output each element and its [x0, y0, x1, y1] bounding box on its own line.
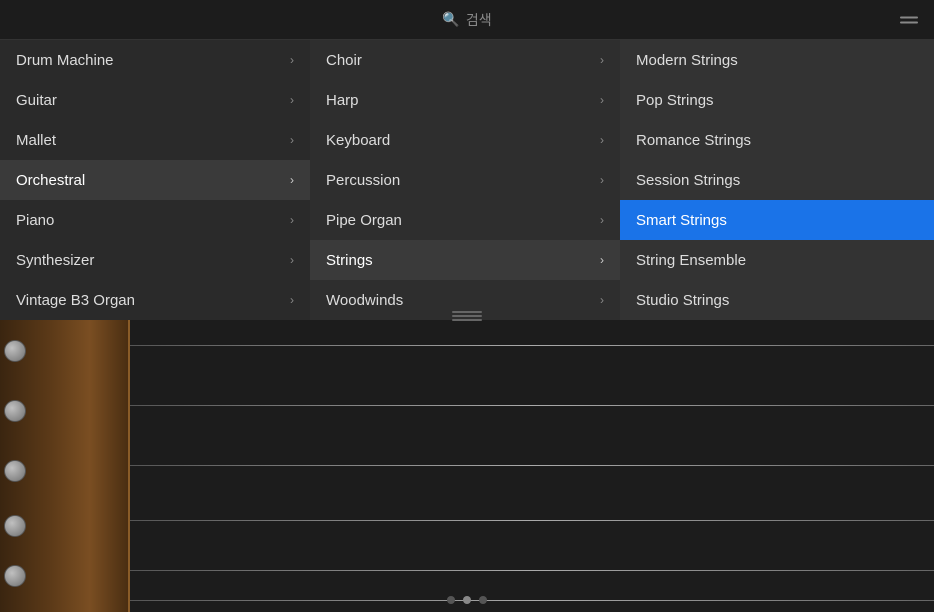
- page-dot[interactable]: [463, 596, 471, 604]
- category-item[interactable]: Mallet ›: [0, 120, 310, 160]
- chevron-icon: ›: [600, 253, 604, 267]
- menu-area: Drum Machine›Guitar›Mallet›Orchestral›Pi…: [0, 40, 934, 320]
- category-label: Guitar: [16, 92, 57, 109]
- category-column: Drum Machine›Guitar›Mallet›Orchestral›Pi…: [0, 40, 310, 320]
- chevron-icon: ›: [600, 53, 604, 67]
- subcategory-item[interactable]: Keyboard ›: [310, 120, 620, 160]
- subcategory-label: Keyboard: [326, 132, 390, 149]
- subcategory-column: Choir›Harp›Keyboard›Percussion›Pipe Orga…: [310, 40, 620, 320]
- instrument-label: Modern Strings: [636, 52, 738, 69]
- chevron-icon: ›: [600, 213, 604, 227]
- category-item[interactable]: Orchestral ›: [0, 160, 310, 200]
- subcategory-label: Strings: [326, 252, 373, 269]
- menu-icon[interactable]: [900, 16, 918, 23]
- category-label: Mallet: [16, 132, 56, 149]
- subcategory-label: Pipe Organ: [326, 212, 402, 229]
- chevron-icon: ›: [290, 53, 294, 67]
- category-item[interactable]: Vintage B3 Organ ›: [0, 280, 310, 320]
- chevron-icon: ›: [290, 133, 294, 147]
- instrument-column: Modern Strings Pop Strings Romance Strings…: [620, 40, 934, 320]
- drag-handle[interactable]: [452, 311, 482, 321]
- search-placeholder: 검색: [466, 10, 492, 30]
- instrument-item[interactable]: Pop Strings: [620, 80, 934, 120]
- category-label: Synthesizer: [16, 252, 94, 269]
- subcategory-item[interactable]: Strings ›: [310, 240, 620, 280]
- chevron-icon: ›: [600, 173, 604, 187]
- page-dot[interactable]: [479, 596, 487, 604]
- search-bar[interactable]: 🔍 검색: [0, 0, 934, 40]
- instrument-label: String Ensemble: [636, 252, 746, 269]
- page-dots: [0, 596, 934, 604]
- tuning-peg[interactable]: [4, 515, 26, 537]
- category-item[interactable]: Drum Machine ›: [0, 40, 310, 80]
- subcategory-item[interactable]: Harp ›: [310, 80, 620, 120]
- subcategory-item[interactable]: Choir ›: [310, 40, 620, 80]
- category-item[interactable]: Piano ›: [0, 200, 310, 240]
- category-item[interactable]: Guitar ›: [0, 80, 310, 120]
- instrument-item[interactable]: Session Strings: [620, 160, 934, 200]
- instrument-item[interactable]: Modern Strings: [620, 40, 934, 80]
- string-line: [130, 570, 934, 571]
- string-line: [130, 465, 934, 466]
- chevron-icon: ›: [600, 293, 604, 307]
- page-dot[interactable]: [447, 596, 455, 604]
- subcategory-label: Woodwinds: [326, 292, 403, 309]
- instrument-item[interactable]: Smart Strings: [620, 200, 934, 240]
- string-line: [130, 405, 934, 406]
- wood-panel: [0, 320, 130, 612]
- subcategory-item[interactable]: Pipe Organ ›: [310, 200, 620, 240]
- chevron-icon: ›: [290, 293, 294, 307]
- chevron-icon: ›: [290, 173, 294, 187]
- fretboard[interactable]: [130, 320, 934, 612]
- subcategory-item[interactable]: Percussion ›: [310, 160, 620, 200]
- instrument-label: Pop Strings: [636, 92, 714, 109]
- tuning-peg[interactable]: [4, 400, 26, 422]
- search-icon: 🔍: [442, 11, 459, 28]
- chevron-icon: ›: [290, 93, 294, 107]
- instrument-item[interactable]: Romance Strings: [620, 120, 934, 160]
- tuning-peg[interactable]: [4, 565, 26, 587]
- instrument-label: Session Strings: [636, 172, 740, 189]
- category-label: Drum Machine: [16, 52, 114, 69]
- category-label: Piano: [16, 212, 54, 229]
- category-label: Orchestral: [16, 172, 85, 189]
- instrument-label: Romance Strings: [636, 132, 751, 149]
- instrument-label: Studio Strings: [636, 292, 729, 309]
- instrument-item[interactable]: String Ensemble: [620, 240, 934, 280]
- tuning-peg[interactable]: [4, 340, 26, 362]
- subcategory-label: Choir: [326, 52, 362, 69]
- chevron-icon: ›: [290, 253, 294, 267]
- subcategory-label: Harp: [326, 92, 359, 109]
- instrument-background: [0, 320, 934, 612]
- chevron-icon: ›: [600, 93, 604, 107]
- category-item[interactable]: Synthesizer ›: [0, 240, 310, 280]
- category-label: Vintage B3 Organ: [16, 292, 135, 309]
- instrument-label: Smart Strings: [636, 212, 727, 229]
- instrument-item[interactable]: Studio Strings: [620, 280, 934, 320]
- subcategory-label: Percussion: [326, 172, 400, 189]
- string-line: [130, 520, 934, 521]
- tuning-peg[interactable]: [4, 460, 26, 482]
- instrument-area: [0, 320, 934, 612]
- string-line: [130, 345, 934, 346]
- chevron-icon: ›: [290, 213, 294, 227]
- chevron-icon: ›: [600, 133, 604, 147]
